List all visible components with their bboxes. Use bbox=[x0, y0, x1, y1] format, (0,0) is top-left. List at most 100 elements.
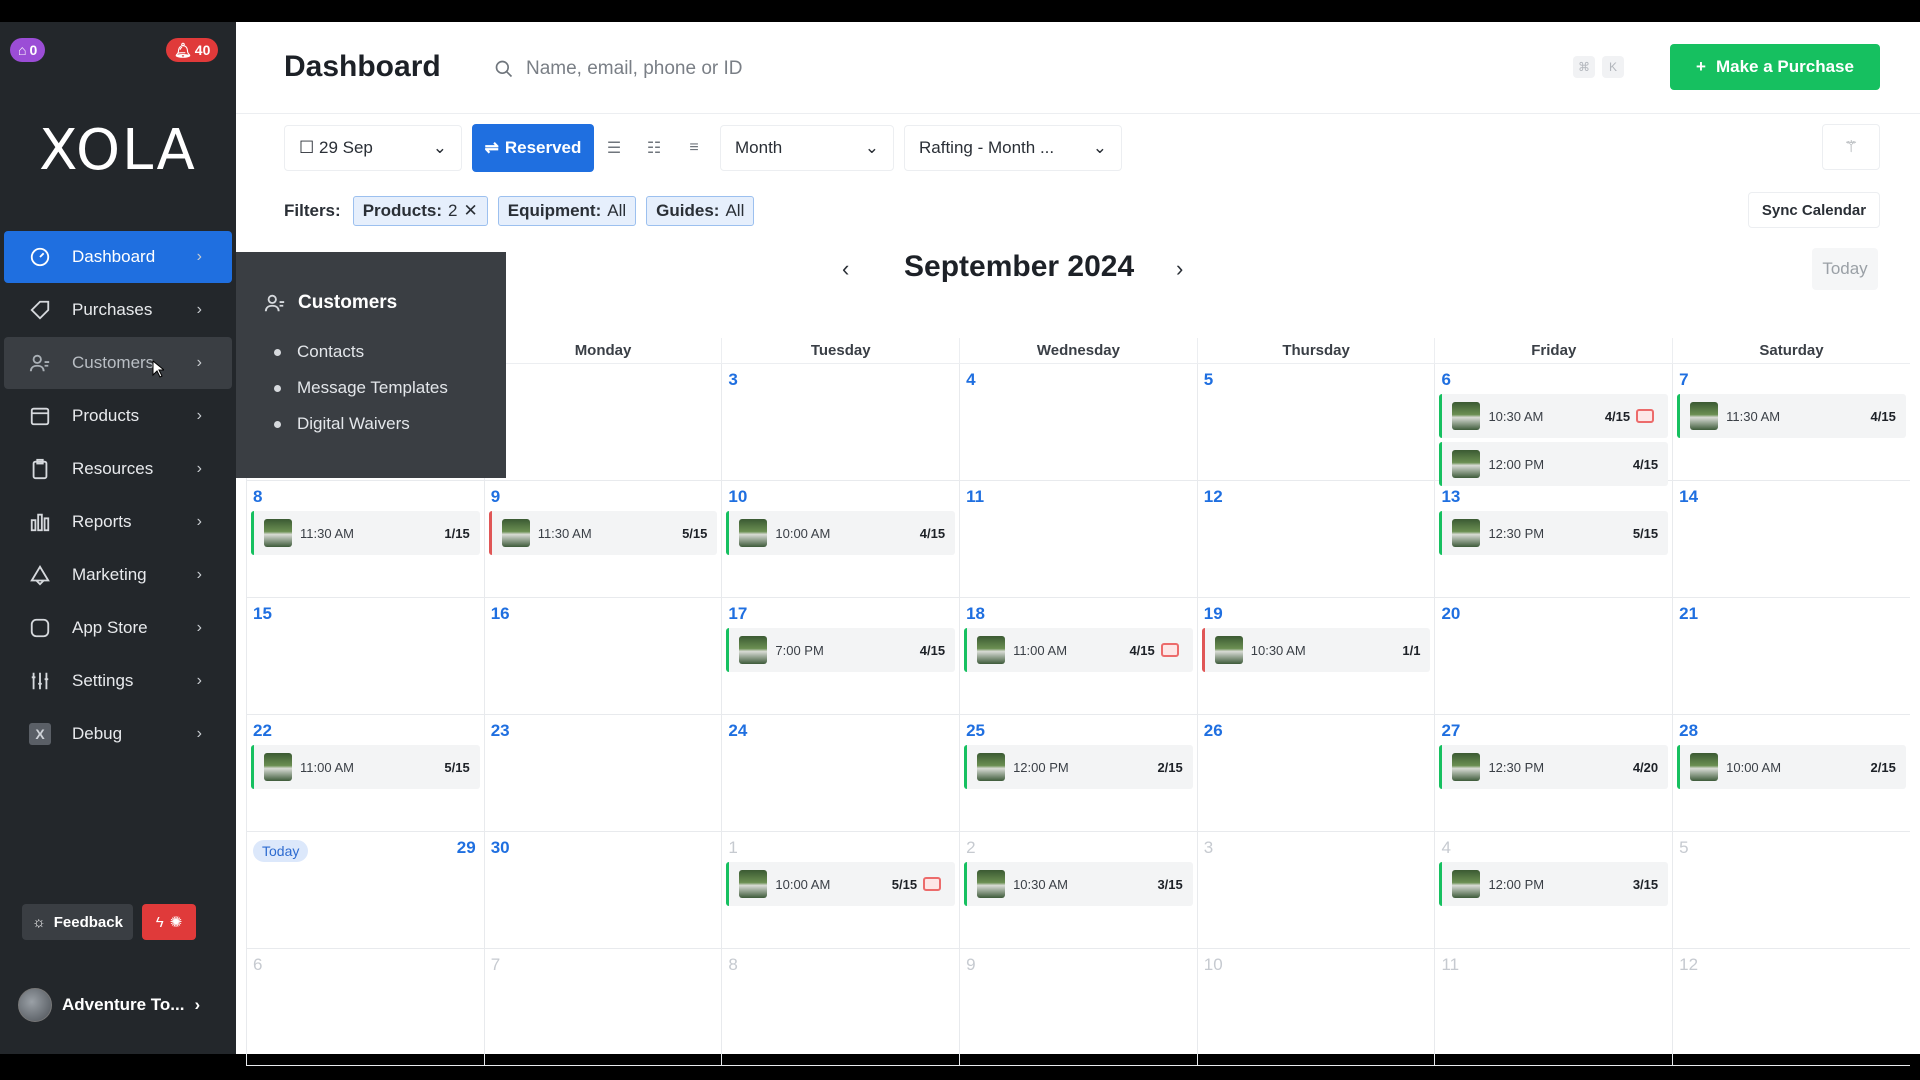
calendar-event[interactable]: 11:30 AM 5/15 bbox=[488, 511, 718, 555]
date-picker[interactable]: ☐ 29 Sep ⌄ bbox=[284, 125, 462, 171]
calendar-event[interactable]: 10:30 AM 4/15 bbox=[1439, 394, 1669, 438]
calendar-day-cell[interactable]: 1 10:00 AM 5/15 bbox=[721, 832, 959, 949]
calendar-day-cell[interactable]: 6 bbox=[246, 949, 484, 1066]
calendar-day-cell[interactable]: 8 bbox=[721, 949, 959, 1066]
close-icon[interactable]: ✕ bbox=[464, 201, 478, 221]
sidebar-item-app-store[interactable]: App Store › bbox=[4, 602, 232, 654]
calendar-day-cell[interactable]: 17 7:00 PM 4/15 bbox=[721, 598, 959, 715]
calendar-event[interactable]: 10:30 AM 3/15 bbox=[964, 862, 1193, 906]
sidebar-item-products[interactable]: Products › bbox=[4, 390, 232, 442]
sidebar-item-reports[interactable]: Reports › bbox=[4, 496, 232, 548]
calendar-day-cell[interactable]: 12 bbox=[1672, 949, 1910, 1066]
day-number: 12 bbox=[1679, 955, 1699, 974]
feedback-button[interactable]: ☼ Feedback bbox=[22, 904, 133, 940]
calendar-day-cell[interactable]: 5 bbox=[1672, 832, 1910, 949]
list-view-icon[interactable]: ☰ bbox=[594, 125, 634, 171]
product-select[interactable]: Rafting - Month ... ⌄ bbox=[904, 125, 1122, 171]
calendar-event[interactable]: 11:30 AM 1/15 bbox=[251, 511, 480, 555]
sidebar-item-marketing[interactable]: Marketing › bbox=[4, 549, 232, 601]
calendar-day-cell[interactable]: 23 bbox=[483, 715, 722, 832]
calendar-day-cell[interactable]: 21 bbox=[1672, 598, 1910, 715]
list-check-icon[interactable]: ☷ bbox=[634, 125, 674, 171]
calendar-day-cell[interactable]: 14 bbox=[1672, 481, 1910, 598]
calendar-event[interactable]: 12:00 PM 3/15 bbox=[1439, 862, 1669, 906]
make-purchase-button[interactable]: + Make a Purchase bbox=[1670, 44, 1880, 90]
calendar-event[interactable]: 12:30 PM 5/15 bbox=[1439, 511, 1669, 555]
calendar-day-cell[interactable]: 13 12:30 PM 5/15 bbox=[1434, 481, 1672, 598]
calendar-day-cell[interactable]: 8 11:30 AM 1/15 bbox=[246, 481, 484, 598]
calendar-day-cell[interactable]: 11 bbox=[1434, 949, 1672, 1066]
calendar-day-cell[interactable]: Today 29 bbox=[246, 832, 484, 949]
alerts-badge[interactable]: 🔔︎ 40 bbox=[166, 38, 219, 62]
calendar-day-cell[interactable]: 11 bbox=[959, 481, 1197, 598]
calendar-event[interactable]: 11:00 AM 5/15 bbox=[251, 745, 480, 789]
account-switcher[interactable]: Adventure To... › bbox=[18, 988, 200, 1022]
calendar-day-cell[interactable]: 28 10:00 AM 2/15 bbox=[1672, 715, 1910, 832]
submenu-item-digital-waivers[interactable]: Digital Waivers bbox=[274, 406, 448, 442]
sidebar-item-resources[interactable]: Resources › bbox=[4, 443, 232, 495]
submenu-item-contacts[interactable]: Contacts bbox=[274, 334, 448, 370]
xola-logo[interactable]: XOLA bbox=[0, 118, 236, 183]
calendar-event[interactable]: 11:30 AM 4/15 bbox=[1677, 394, 1906, 438]
sync-calendar-button[interactable]: Sync Calendar bbox=[1748, 192, 1880, 228]
search-input[interactable]: Name, email, phone or ID bbox=[494, 52, 1594, 86]
chevron-right-icon: › bbox=[196, 460, 202, 477]
event-time: 12:00 PM bbox=[1488, 876, 1545, 892]
sidebar-item-purchases[interactable]: Purchases › bbox=[4, 284, 232, 336]
calendar-day-cell[interactable]: 20 bbox=[1434, 598, 1672, 715]
calendar-event[interactable]: 12:30 PM 4/20 bbox=[1439, 745, 1669, 789]
sidebar-item-settings[interactable]: Settings › bbox=[4, 655, 232, 707]
calendar-day-cell[interactable]: 7 bbox=[483, 949, 722, 1066]
calendar-day-cell[interactable]: 30 bbox=[483, 832, 722, 949]
calendar-day-cell[interactable]: 3 bbox=[721, 364, 959, 481]
calendar-event[interactable]: 7:00 PM 4/15 bbox=[726, 628, 956, 672]
calendar-day-cell[interactable]: 12 bbox=[1196, 481, 1435, 598]
filter-chip-equipment[interactable]: Equipment: All bbox=[497, 196, 637, 226]
calendar-day-cell[interactable]: 19 10:30 AM 1/1 bbox=[1196, 598, 1435, 715]
calendar-day-cell[interactable]: 7 11:30 AM 4/15 bbox=[1672, 364, 1910, 481]
submenu-item-message-templates[interactable]: Message Templates bbox=[274, 370, 448, 406]
calendar-day-cell[interactable]: 27 12:30 PM 4/20 bbox=[1434, 715, 1672, 832]
calendar-day-cell[interactable]: 16 bbox=[483, 598, 722, 715]
calendar-day-cell[interactable]: 10 bbox=[1196, 949, 1435, 1066]
calendar-day-cell[interactable]: 6 10:30 AM 4/15 12:00 PM 4/15 bbox=[1434, 364, 1672, 486]
notification-badge[interactable]: ⌂ 0 bbox=[10, 38, 46, 62]
calendar-day-cell[interactable]: 9 11:30 AM 5/15 bbox=[483, 481, 722, 598]
calendar-day-cell[interactable]: 4 bbox=[959, 364, 1197, 481]
calendar-day-cell[interactable]: 4 12:00 PM 3/15 bbox=[1434, 832, 1672, 949]
calendar-day-cell[interactable]: 3 bbox=[1196, 832, 1435, 949]
calendar-day-cell[interactable]: 9 bbox=[959, 949, 1197, 1066]
calendar-event[interactable]: 11:00 AM 4/15 bbox=[964, 628, 1193, 672]
filter-chip-guides[interactable]: Guides: All bbox=[646, 196, 755, 226]
calendar-day-cell[interactable]: 2 10:30 AM 3/15 bbox=[959, 832, 1197, 949]
calendar-event[interactable]: 10:00 AM 4/15 bbox=[726, 511, 956, 555]
list-filter-icon[interactable]: ≡ bbox=[674, 125, 714, 171]
calendar-day-cell[interactable]: 25 12:00 PM 2/15 bbox=[959, 715, 1197, 832]
sidebar-item-customers[interactable]: Customers › bbox=[4, 337, 232, 389]
calendar-event[interactable]: 10:00 AM 5/15 bbox=[726, 862, 956, 906]
calendar-event[interactable]: 12:00 PM 2/15 bbox=[964, 745, 1193, 789]
calendar-day-cell[interactable] bbox=[483, 364, 722, 481]
calendar-day-cell[interactable]: 22 11:00 AM 5/15 bbox=[246, 715, 484, 832]
report-bug-button[interactable]: ϟ ✺ bbox=[142, 904, 196, 940]
view-select[interactable]: Month ⌄ bbox=[720, 125, 894, 171]
event-thumbnail bbox=[264, 753, 292, 781]
calendar-day-cell[interactable]: 24 bbox=[721, 715, 959, 832]
magic-wand-button[interactable]: ⚚ bbox=[1822, 124, 1880, 170]
sidebar-item-debug[interactable]: X Debug › bbox=[4, 708, 232, 760]
calendar-day-cell[interactable]: 10 10:00 AM 4/15 bbox=[721, 481, 959, 598]
event-thumbnail bbox=[739, 870, 768, 898]
reserved-toggle[interactable]: ⇌ Reserved bbox=[472, 124, 594, 172]
sidebar-item-dashboard[interactable]: Dashboard › bbox=[4, 231, 232, 283]
calendar-event[interactable]: 10:30 AM 1/1 bbox=[1201, 628, 1431, 672]
calendar-event[interactable]: 12:00 PM 4/15 bbox=[1439, 442, 1669, 486]
calendar-event[interactable]: 10:00 AM 2/15 bbox=[1677, 745, 1906, 789]
today-button[interactable]: Today bbox=[1812, 248, 1878, 290]
next-month-button[interactable]: › bbox=[1176, 256, 1183, 282]
calendar-day-cell[interactable]: 18 11:00 AM 4/15 bbox=[959, 598, 1197, 715]
calendar-day-cell[interactable]: 5 bbox=[1196, 364, 1435, 481]
filter-chip-products[interactable]: Products: 2 ✕ bbox=[352, 196, 488, 226]
calendar-day-cell[interactable]: 15 bbox=[246, 598, 484, 715]
calendar-day-cell[interactable]: 26 bbox=[1196, 715, 1435, 832]
prev-month-button[interactable]: ‹ bbox=[842, 256, 849, 282]
